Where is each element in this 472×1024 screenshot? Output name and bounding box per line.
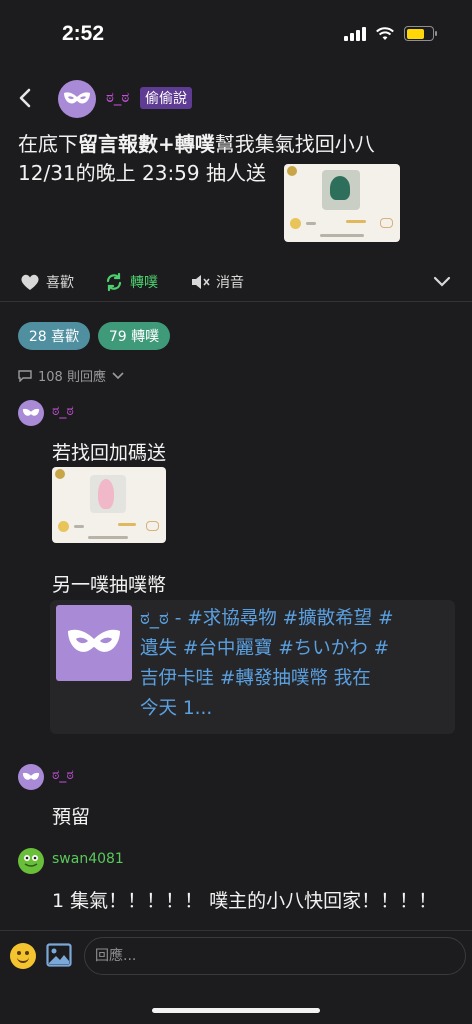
label-bar [346, 220, 366, 223]
frog-icon [24, 855, 38, 867]
response-text: 預留 [52, 806, 91, 828]
post-text-bold: + [158, 132, 175, 156]
response-text: 1 集氣！！！！！ 噗主的小八快回家！！！！ [52, 890, 438, 912]
response-image-thumbnail[interactable] [52, 467, 166, 543]
heart-icon [146, 521, 159, 531]
caption-bar [320, 234, 364, 237]
comment-input[interactable] [84, 937, 466, 975]
battery-icon [404, 26, 437, 41]
replurk-button[interactable]: 轉噗 [104, 272, 158, 292]
mute-label: 消音 [216, 275, 244, 291]
caption-bar [88, 536, 128, 539]
image-upload-icon[interactable] [46, 943, 72, 967]
status-time: 2:52 [62, 22, 105, 45]
post-text-bold: 留言報數 [78, 132, 158, 156]
status-icons [344, 26, 437, 41]
like-button[interactable]: 喜歡 [20, 272, 74, 292]
chevron-down-icon [112, 371, 124, 379]
mask-icon [68, 629, 120, 652]
status-bar: 2:52 [0, 0, 472, 70]
cellular-signal-icon [344, 26, 366, 41]
chevron-down-icon[interactable] [432, 274, 452, 290]
link-line: 今天 1... [140, 698, 213, 719]
link-line: 遺失 #台中麗寶 #ちいかわ # [140, 638, 390, 659]
label-bar [306, 222, 316, 225]
post-text: 在底下 [18, 132, 78, 156]
emoji-icon[interactable] [10, 943, 36, 969]
replurk-icon [106, 272, 122, 292]
response-item: swan4081 1 集氣！！！！！ 噗主的小八快回家！！！！ [18, 848, 458, 918]
coin-icon [58, 521, 69, 532]
speaker-mute-icon [192, 275, 210, 289]
mask-icon [22, 408, 40, 416]
author-avatar[interactable] [58, 80, 96, 118]
post-header: ಠ_ಠ 偷偷說 [0, 78, 472, 120]
figure-character [98, 479, 114, 509]
link-preview-card[interactable]: ಠ_ಠ - #求協尋物 #擴散希望 # 遺失 #台中麗寶 #ちいかわ # 吉伊卡… [50, 600, 455, 734]
mute-button[interactable]: 消音 [190, 272, 244, 292]
response-avatar[interactable] [18, 848, 44, 874]
post-text-bold: 轉噗 [174, 132, 215, 156]
label-bar [118, 523, 136, 526]
coin-icon [290, 218, 301, 229]
heart-icon [380, 218, 393, 228]
image-corner-icon [287, 166, 297, 176]
qualifier-badge: 偷偷說 [140, 87, 192, 109]
response-avatar[interactable] [18, 400, 44, 426]
likes-count-pill[interactable]: 28 喜歡 [18, 322, 90, 350]
action-bar: 喜歡 轉噗 消音 [0, 266, 472, 302]
response-text: 若找回加碼送 [52, 442, 167, 464]
link-preview-text: ಠ_ಠ - #求協尋物 #擴散希望 # 遺失 #台中麗寶 #ちいかわ # 吉伊卡… [140, 604, 440, 724]
response-avatar[interactable] [18, 764, 44, 790]
response-author[interactable]: ಠ_ಠ [52, 767, 74, 783]
mask-icon [64, 92, 90, 104]
author-name[interactable]: ಠ_ಠ [106, 88, 129, 106]
link-line: 吉伊卡哇 #轉發抽噗幣 我在 [140, 668, 371, 689]
comment-bubble-icon [18, 369, 32, 382]
replurk-label: 轉噗 [130, 275, 158, 291]
wifi-icon [376, 26, 394, 40]
response-text: 另一噗抽噗幣 [52, 574, 167, 596]
link-line: ಠ_ಠ - #求協尋物 #擴散希望 # [140, 608, 394, 629]
heart-icon [21, 274, 39, 290]
replurks-count-pill[interactable]: 79 轉噗 [98, 322, 170, 350]
responses-count[interactable]: 108 則回應 [18, 366, 124, 385]
figure-character [330, 176, 350, 200]
response-author[interactable]: swan4081 [52, 851, 124, 867]
responses-count-label: 108 則回應 [38, 370, 106, 385]
home-indicator[interactable] [152, 1008, 320, 1013]
post-text: 幫我集氣找回小八 [214, 132, 375, 156]
like-label: 喜歡 [46, 275, 74, 291]
link-preview-thumbnail [56, 605, 132, 681]
image-corner-icon [55, 469, 65, 479]
mask-icon [22, 772, 40, 780]
label-bar [74, 525, 84, 528]
post-image-thumbnail[interactable] [284, 164, 400, 242]
back-chevron-icon[interactable] [14, 86, 38, 110]
battery-level [406, 28, 424, 39]
response-item: ಠ_ಠ 預留 [18, 764, 458, 834]
post-line-1: 在底下留言報數+轉噗幫我集氣找回小八 [18, 130, 428, 159]
response-author[interactable]: ಠ_ಠ [52, 403, 74, 419]
comment-bar [0, 930, 472, 984]
